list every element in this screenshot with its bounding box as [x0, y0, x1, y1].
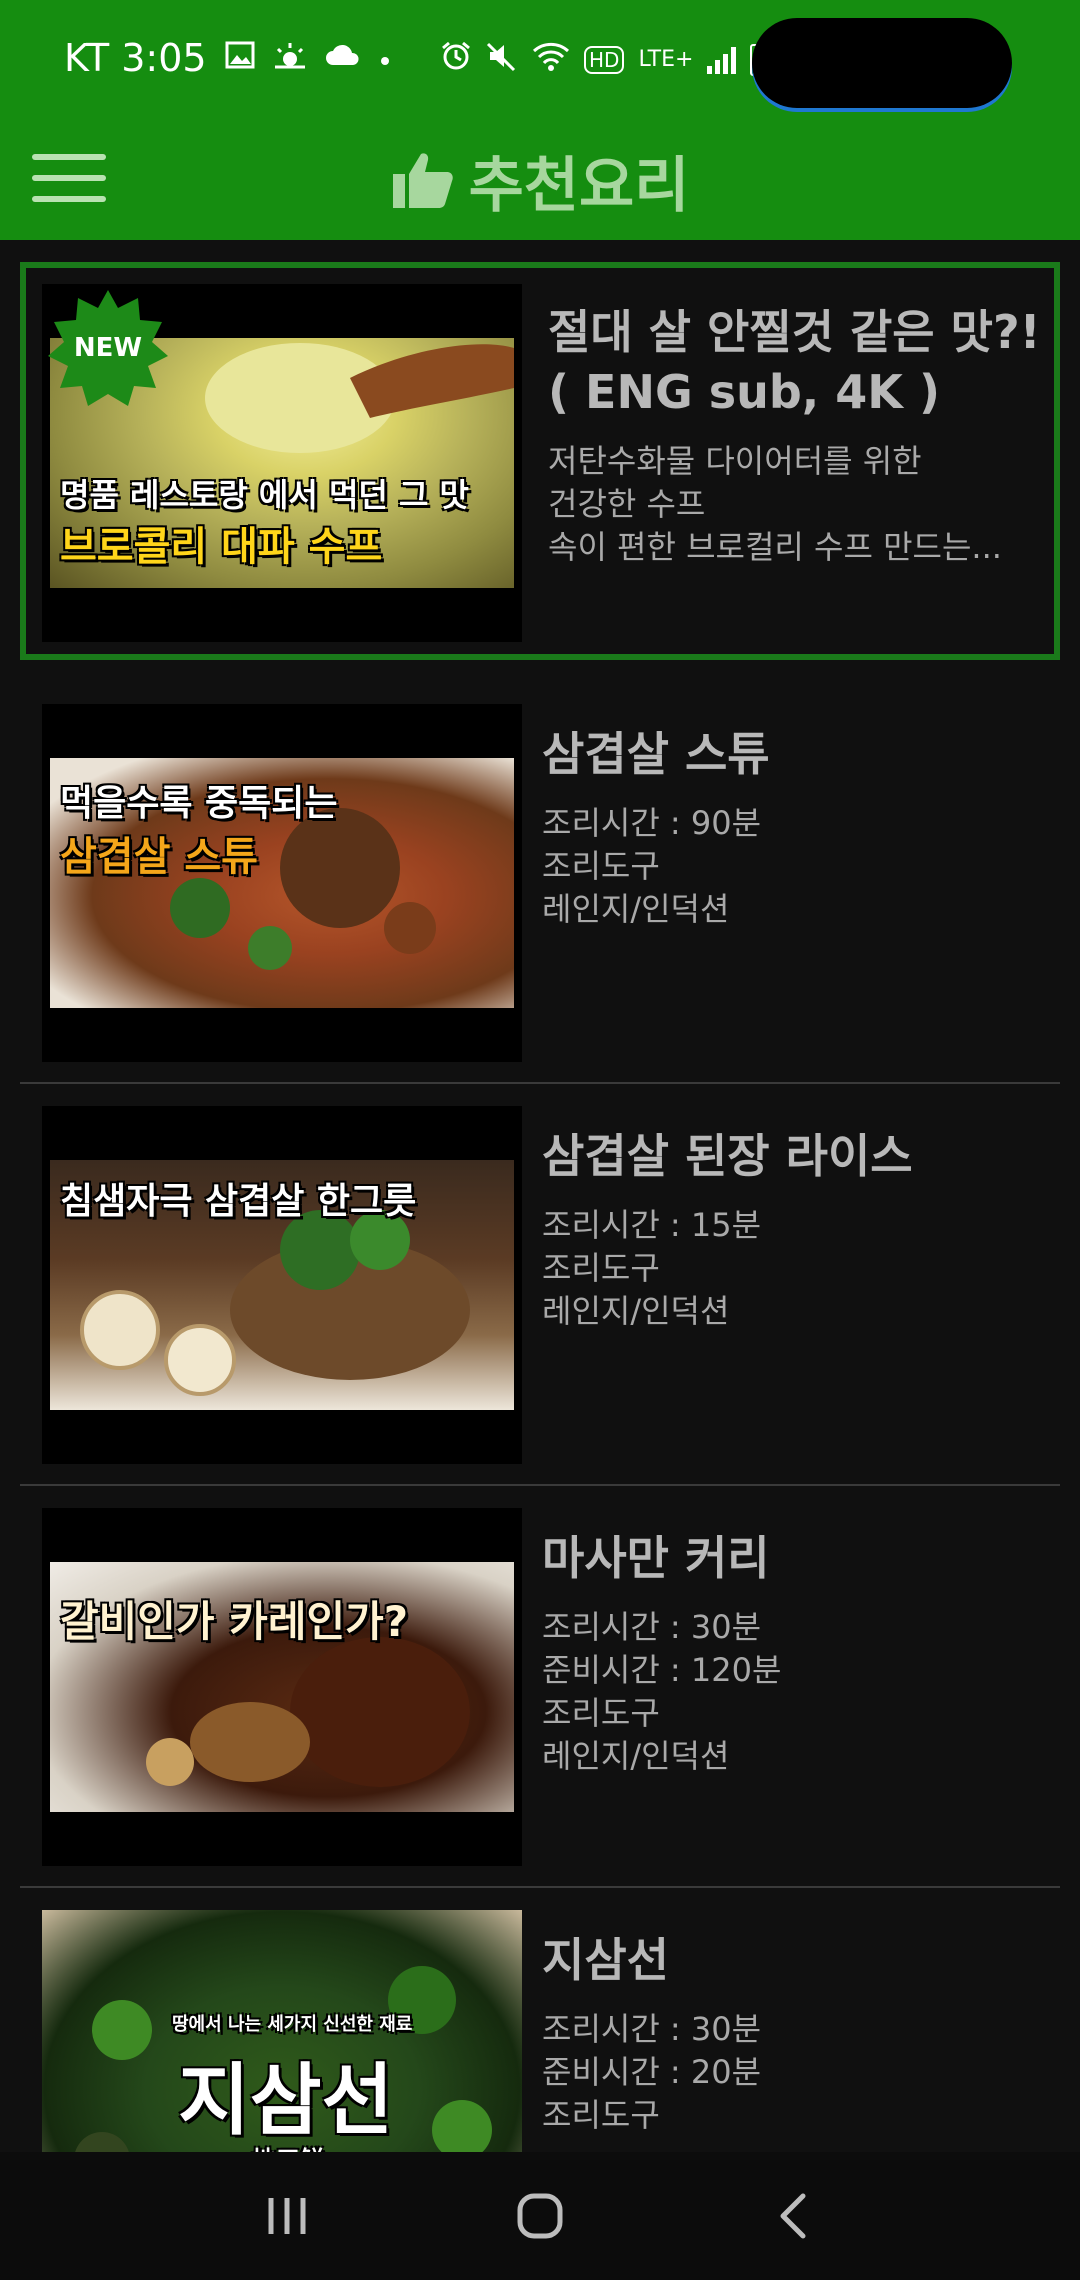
recipe-desc-line: 조리도구: [542, 2096, 660, 2134]
thumbnail-caption-bottom: 브로콜리 대파 수프: [60, 524, 383, 570]
system-nav-bar: [0, 2152, 1080, 2280]
recipe-card[interactable]: 명품 레스토랑 에서 먹던 그 맛 브로콜리 대파 수프 NEW 절대 살 안찔…: [20, 262, 1060, 660]
recipe-desc-line: 건강한 수프: [548, 485, 706, 523]
signal-icon: [707, 46, 737, 74]
camera-cutout: [752, 18, 1012, 108]
recipe-thumbnail: 먹을수록 중독되는 삼겹살 스튜: [42, 704, 522, 1062]
recipe-card[interactable]: 갈비인가 카레인가? 마사만 커리 조리시간 : 30분 준비시간 : 120분…: [20, 1486, 1060, 1888]
alarm-icon: [440, 40, 472, 79]
thumbnail-caption-top: 먹을수록 중독되는: [60, 783, 338, 824]
recipe-desc-line: 조리도구: [542, 1249, 660, 1287]
recipe-info: 삼겹살 된장 라이스 조리시간 : 15분 조리도구 레인지/인덕션: [542, 1106, 1050, 1333]
recipe-desc-line: 저탄수화물 다이어터를 위한: [548, 442, 922, 480]
status-left: KT 3:05: [64, 36, 391, 80]
thumbnail-caption-top: 침샘자극 삼겹살 한그릇: [60, 1181, 417, 1222]
recipe-desc-line: 조리시간 : 30분: [542, 2010, 762, 2048]
home-icon[interactable]: [495, 2171, 585, 2261]
status-right: HD LTE+: [440, 40, 769, 79]
recipe-desc-line: 조리시간 : 90분: [542, 804, 762, 842]
recipe-title: 마사만 커리: [542, 1531, 770, 1585]
mute-icon: [486, 40, 518, 79]
recipe-desc-line: 조리시간 : 30분: [542, 1608, 762, 1646]
image-icon: [225, 41, 255, 75]
recipe-list[interactable]: 명품 레스토랑 에서 먹던 그 맛 브로콜리 대파 수프 NEW 절대 살 안찔…: [0, 240, 1080, 2152]
status-bar: KT 3:05 HD LTE+: [0, 0, 1080, 120]
recipe-desc-line: 조리도구: [542, 847, 660, 885]
hd-label: HD: [584, 45, 625, 74]
recipe-title: 삼겹살 스튜: [542, 727, 770, 781]
recipe-thumbnail: 갈비인가 카레인가?: [42, 1508, 522, 1866]
recipe-title: 삼겹살 된장 라이스: [542, 1129, 913, 1183]
recipe-desc-line: 준비시간 : 20분: [542, 2053, 762, 2091]
new-badge: NEW: [73, 333, 143, 363]
page-title: 추천요리: [468, 150, 690, 221]
dot-icon: [379, 43, 391, 73]
recents-icon[interactable]: [242, 2171, 332, 2261]
recipe-thumbnail: 명품 레스토랑 에서 먹던 그 맛 브로콜리 대파 수프 NEW: [42, 284, 522, 642]
thumbnail-caption-bottom: 삼겹살 스튜: [60, 834, 258, 880]
recipe-desc-line: 레인지/인덕션: [542, 1737, 730, 1775]
recipe-card[interactable]: 침샘자극 삼겹살 한그릇 삼겹살 된장 라이스 조리시간 : 15분 조리도구 …: [20, 1084, 1060, 1486]
thumbnail-caption-top: 땅에서 나는 세가지 신선한 재료: [172, 2014, 413, 2035]
recipe-thumbnail: 땅에서 나는 세가지 신선한 재료 지삼선 地三鮮: [42, 1910, 522, 2152]
cloud-icon: [325, 43, 361, 73]
recipe-desc-line: 준비시간 : 120분: [542, 1651, 782, 1689]
recipe-desc-line: 레인지/인덕션: [542, 1292, 730, 1330]
recipe-title: 지삼선: [542, 1933, 669, 1987]
recipe-title: 절대 살 안찔것 같은 맛?!( ENG sub, 4K ): [548, 305, 1041, 419]
recipe-info: 지삼선 조리시간 : 30분 준비시간 : 20분 조리도구: [542, 1910, 1050, 2137]
recipe-thumbnail: 침샘자극 삼겹살 한그릇: [42, 1106, 522, 1464]
recipe-desc-line: 레인지/인덕션: [542, 890, 730, 928]
carrier-time: KT 3:05: [64, 36, 207, 80]
thumbnail-caption-bottom: 지삼선: [178, 2056, 394, 2146]
wifi-icon: [532, 41, 570, 78]
app-bar: 추천요리: [0, 120, 1080, 240]
thumbnail-caption-sub: 地三鮮: [252, 2140, 324, 2152]
app-bar-title-group: 추천요리: [0, 138, 1080, 222]
thumbnail-caption-top: 갈비인가 카레인가?: [60, 1597, 409, 1646]
recipe-description: 저탄수화물 다이어터를 위한 건강한 수프 속이 편한 브로컬리 수프 만드는.…: [548, 440, 1044, 569]
thumbnail-caption-top: 명품 레스토랑 에서 먹던 그 맛: [60, 476, 469, 514]
recipe-desc-line: 조리도구: [542, 1694, 660, 1732]
recipe-info: 절대 살 안찔것 같은 맛?!( ENG sub, 4K ) 저탄수화물 다이어…: [548, 284, 1044, 569]
back-icon[interactable]: [748, 2171, 838, 2261]
recipe-card[interactable]: 먹을수록 중독되는 삼겹살 스튜 삼겹살 스튜 조리시간 : 90분 조리도구 …: [20, 682, 1060, 1084]
network-label: LTE+: [638, 47, 694, 72]
recipe-card[interactable]: 땅에서 나는 세가지 신선한 재료 지삼선 地三鮮 지삼선 조리시간 : 30분…: [20, 1888, 1060, 2152]
recipe-desc-line: 속이 편한 브로컬리 수프 만드는...: [548, 528, 1002, 566]
weather-sun-icon: [273, 41, 307, 75]
recipe-description: 조리시간 : 90분 조리도구 레인지/인덕션: [542, 802, 1050, 931]
recipe-description: 조리시간 : 15분 조리도구 레인지/인덕션: [542, 1204, 1050, 1333]
recipe-description: 조리시간 : 30분 준비시간 : 120분 조리도구 레인지/인덕션: [542, 1606, 1050, 1778]
recipe-desc-line: 조리시간 : 15분: [542, 1206, 762, 1244]
thumbs-up-icon: [392, 153, 453, 208]
recipe-description: 조리시간 : 30분 준비시간 : 20분 조리도구: [542, 2008, 1050, 2137]
recipe-info: 삼겹살 스튜 조리시간 : 90분 조리도구 레인지/인덕션: [542, 704, 1050, 931]
recipe-info: 마사만 커리 조리시간 : 30분 준비시간 : 120분 조리도구 레인지/인…: [542, 1508, 1050, 1778]
